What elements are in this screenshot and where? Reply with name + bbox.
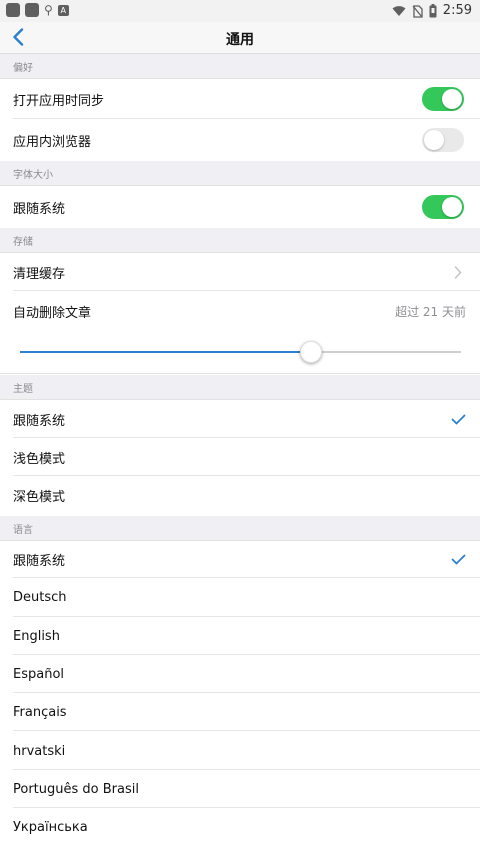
option-label: hrvatski: [13, 743, 66, 759]
option-label: 浅色模式: [13, 452, 66, 467]
slider-thumb[interactable]: [300, 341, 322, 363]
wifi-icon: [392, 6, 406, 16]
section-header-storage: 存储: [0, 228, 480, 253]
divider: [13, 807, 480, 809]
toggle-knob: [442, 89, 462, 109]
row-label: 跟随系统: [13, 201, 66, 217]
clear-cache-row[interactable]: 清理缓存: [0, 253, 480, 291]
auto-delete-slider[interactable]: [20, 351, 461, 353]
sync-on-launch-row[interactable]: 打开应用时同步: [0, 80, 480, 119]
language-option-row[interactable]: Português do Brasil: [0, 770, 480, 809]
option-label: 跟随系统: [13, 554, 66, 570]
language-option-row[interactable]: Español: [0, 655, 480, 694]
divider: [13, 290, 480, 291]
language-option-row[interactable]: English: [0, 617, 480, 655]
nav-bar: 通用: [0, 22, 480, 54]
page-title: 通用: [226, 32, 254, 48]
divider: [13, 118, 480, 119]
status-system: 2:59: [392, 2, 472, 20]
option-label: Українська: [13, 820, 88, 836]
toggle-knob: [424, 130, 444, 150]
language-option-row[interactable]: Українська: [0, 809, 480, 847]
option-label: Deutsch: [13, 590, 67, 606]
battery-icon: [429, 4, 437, 18]
slider-fill: [20, 351, 311, 353]
section-header-language: 语言: [0, 516, 480, 541]
auto-delete-row: 自动删除文章 超过 21 天前: [0, 292, 480, 330]
theme-option-row[interactable]: 深色模式: [0, 477, 480, 514]
in-app-browser-toggle[interactable]: [422, 128, 464, 152]
language-option-row[interactable]: Français: [0, 694, 480, 732]
option-label: Français: [13, 705, 67, 721]
section-header-theme: 主题: [0, 375, 480, 400]
font-follow-system-row[interactable]: 跟随系统: [0, 187, 480, 227]
section-header-font-size: 字体大小: [0, 161, 480, 186]
sync-on-launch-toggle[interactable]: [422, 87, 464, 111]
auto-delete-slider-row: [0, 330, 480, 374]
divider: [13, 768, 480, 770]
app-notification-icon: [25, 3, 39, 17]
app-notification-icon: [6, 3, 20, 17]
checkmark-icon: [451, 554, 466, 565]
divider: [13, 653, 480, 655]
a-badge-icon: A: [57, 4, 69, 16]
status-notifications: ⚲ A: [6, 3, 69, 17]
auto-delete-value: 超过 21 天前: [395, 304, 466, 319]
divider: [13, 475, 480, 476]
option-label: 深色模式: [13, 490, 66, 505]
option-label: English: [13, 628, 60, 644]
no-sim-icon: [412, 4, 423, 18]
language-option-row[interactable]: 跟随系统: [0, 541, 480, 579]
divider: [13, 615, 480, 617]
row-label: 清理缓存: [13, 266, 66, 282]
language-option-row[interactable]: Deutsch: [0, 579, 480, 617]
bug-icon: ⚲: [44, 3, 53, 17]
theme-option-row[interactable]: 跟随系统: [0, 401, 480, 438]
row-label: 打开应用时同步: [13, 94, 105, 109]
divider: [13, 692, 480, 694]
divider: [13, 437, 480, 438]
row-label: 应用内浏览器: [13, 134, 92, 150]
option-label: Português do Brasil: [13, 781, 139, 797]
divider: [13, 577, 480, 579]
option-label: Español: [13, 667, 65, 683]
option-label: 跟随系统: [13, 414, 66, 429]
section-header-sync: 偏好: [0, 54, 480, 79]
language-option-row[interactable]: hrvatski: [0, 732, 480, 770]
divider: [13, 730, 480, 732]
status-bar: ⚲ A 2:59: [0, 0, 480, 22]
theme-option-row[interactable]: 浅色模式: [0, 439, 480, 476]
checkmark-icon: [451, 414, 466, 425]
chevron-right-icon: [454, 266, 462, 279]
in-app-browser-row[interactable]: 应用内浏览器: [0, 120, 480, 160]
row-label: 自动删除文章: [13, 305, 92, 321]
status-time: 2:59: [442, 3, 472, 18]
toggle-knob: [442, 197, 462, 217]
font-follow-system-toggle[interactable]: [422, 195, 464, 219]
